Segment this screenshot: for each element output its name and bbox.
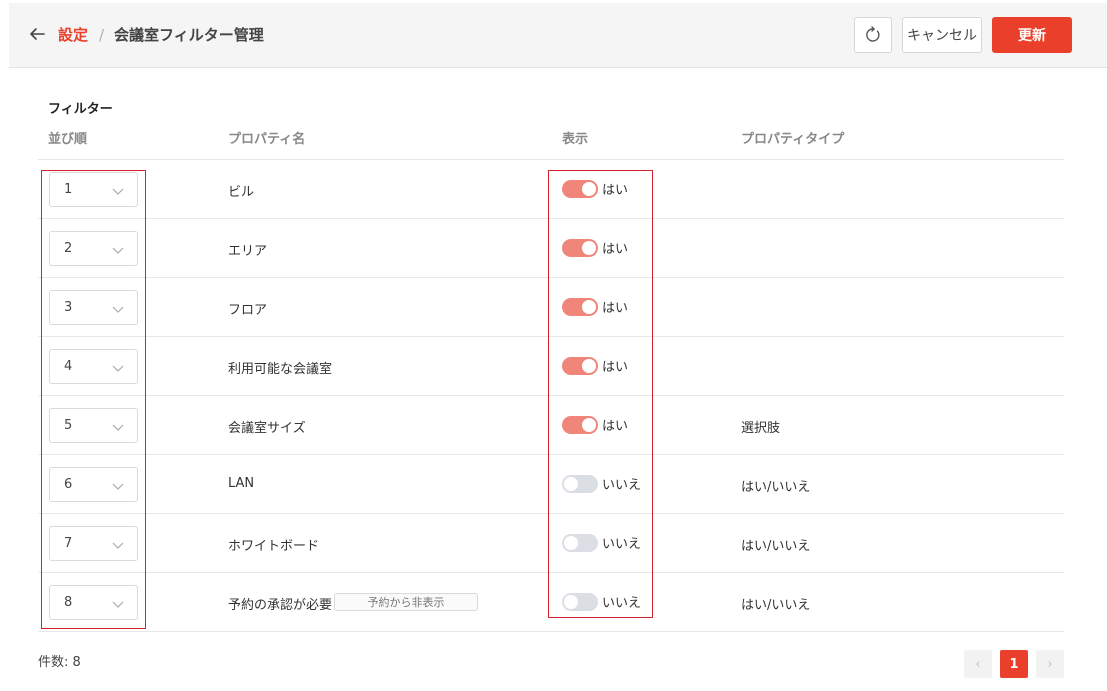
property-name: 利用可能な会議室 [228,362,333,377]
refresh-button[interactable] [854,17,892,53]
highlight-box-show-column [548,170,653,618]
property-name: 予約の承認が必要 [228,598,333,613]
column-header-order: 並び順 [48,132,88,147]
pagination-next-button[interactable]: › [1036,650,1064,678]
column-header-show: 表示 [562,132,589,147]
column-header-property-type: プロパティタイプ [741,132,845,147]
section-title: フィルター [48,102,113,117]
property-name: LAN [228,476,255,491]
page-title: 会議室フィルター管理 [114,26,264,44]
property-type: はい/いいえ [741,539,811,554]
back-arrow-icon[interactable] [27,24,47,44]
record-count: 件数: 8 [38,655,81,670]
refresh-icon [866,26,880,42]
pagination-prev-button[interactable]: ‹ [964,650,992,678]
property-type: はい/いいえ [741,480,811,495]
hidden-from-reservation-badge: 予約から非表示 [334,593,478,611]
property-type: はい/いいえ [741,598,811,613]
property-name: フロア [228,303,268,318]
breadcrumb-settings-link[interactable]: 設定 [58,25,88,45]
breadcrumb-separator: / [99,26,105,44]
update-button[interactable]: 更新 [992,17,1072,53]
pagination-page-current[interactable]: 1 [1000,650,1028,678]
property-name: 会議室サイズ [228,421,306,436]
column-header-property-name: プロパティ名 [228,132,306,147]
property-name: ビル [228,185,255,200]
highlight-box-order-column [41,170,146,629]
page-header: 設定 / 会議室フィルター管理 キャンセル 更新 [9,3,1107,68]
cancel-button[interactable]: キャンセル [902,17,982,53]
property-name: エリア [228,244,268,259]
property-type: 選択肢 [741,421,781,436]
property-name: ホワイトボード [228,539,320,554]
